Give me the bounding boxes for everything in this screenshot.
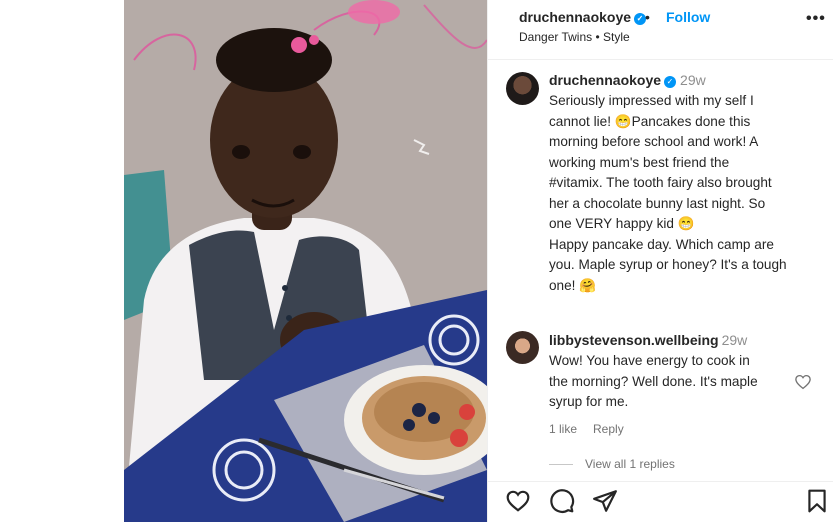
- comment-line: Wow! You have energy to cook in: [549, 353, 750, 368]
- avatar[interactable]: [506, 331, 539, 364]
- caption-line: morning before school and work! A: [549, 134, 759, 149]
- caption-author[interactable]: druchennaokoye: [549, 72, 661, 88]
- audio-subtitle[interactable]: Danger Twins • Style: [519, 30, 630, 44]
- post-panel: druchennaokoye ✓ • Follow Danger Twins • …: [487, 0, 833, 522]
- caption-line: you. Maple syrup or honey? It's a tough: [549, 257, 787, 272]
- caption-line: working mum's best friend the: [549, 154, 730, 170]
- divider: [549, 464, 573, 466]
- heart-icon[interactable]: [505, 488, 531, 514]
- left-gutter: [0, 0, 124, 522]
- bookmark-icon[interactable]: [804, 488, 830, 514]
- caption-line: Happy pancake day. Which camp are: [549, 236, 774, 252]
- post-photo[interactable]: [124, 0, 487, 522]
- separator-dot: •: [645, 9, 650, 25]
- caption-line: one VERY happy kid 😁: [549, 216, 695, 231]
- avatar[interactable]: [506, 72, 539, 105]
- comment-header: libbystevenson.wellbeing 29w: [549, 332, 747, 348]
- view-replies-link[interactable]: View all 1 replies: [549, 457, 675, 471]
- like-count[interactable]: 1 like: [549, 422, 577, 436]
- comment-author[interactable]: libbystevenson.wellbeing: [549, 332, 719, 348]
- more-options-icon[interactable]: •••: [806, 10, 826, 28]
- verified-badge-icon: ✓: [664, 76, 677, 88]
- heart-outline-icon[interactable]: [794, 373, 812, 391]
- caption-line: her a chocolate bunny last night. So: [549, 195, 766, 211]
- caption-line: #vitamix. The tooth fairy also brought: [549, 175, 772, 190]
- caption-header: druchennaokoye ✓ 29w: [549, 72, 706, 88]
- caption-time[interactable]: 29w: [680, 72, 706, 88]
- comment-meta: 1 like Reply: [549, 422, 640, 436]
- photo-illustration: [124, 0, 487, 522]
- comment-line: the morning? Well done. It's maple: [549, 373, 758, 389]
- paper-plane-icon[interactable]: [592, 488, 618, 514]
- caption-line: cannot lie! 😁Pancakes done this: [549, 113, 751, 129]
- comment-time[interactable]: 29w: [722, 332, 748, 348]
- caption-line: one! 🤗: [549, 277, 597, 293]
- post-header: druchennaokoye ✓ • Follow Danger Twins • …: [488, 0, 833, 60]
- comments-section[interactable]: druchennaokoye ✓ 29w Seriously impressed w…: [488, 61, 833, 481]
- reply-button[interactable]: Reply: [593, 422, 624, 436]
- caption-text: Seriously impressed with my self I canno…: [549, 91, 821, 296]
- comment-line: syrup for me.: [549, 394, 629, 409]
- action-bar: [488, 481, 833, 522]
- comment-text: Wow! You have energy to cook in the morn…: [549, 351, 787, 413]
- author-username[interactable]: druchennaokoye ✓: [519, 9, 647, 25]
- follow-button[interactable]: Follow: [666, 9, 710, 25]
- author-username-text[interactable]: druchennaokoye: [519, 9, 631, 25]
- comment-bubble-icon[interactable]: [549, 488, 575, 514]
- view-replies-label[interactable]: View all 1 replies: [585, 457, 675, 471]
- caption-line: Seriously impressed with my self I: [549, 93, 754, 108]
